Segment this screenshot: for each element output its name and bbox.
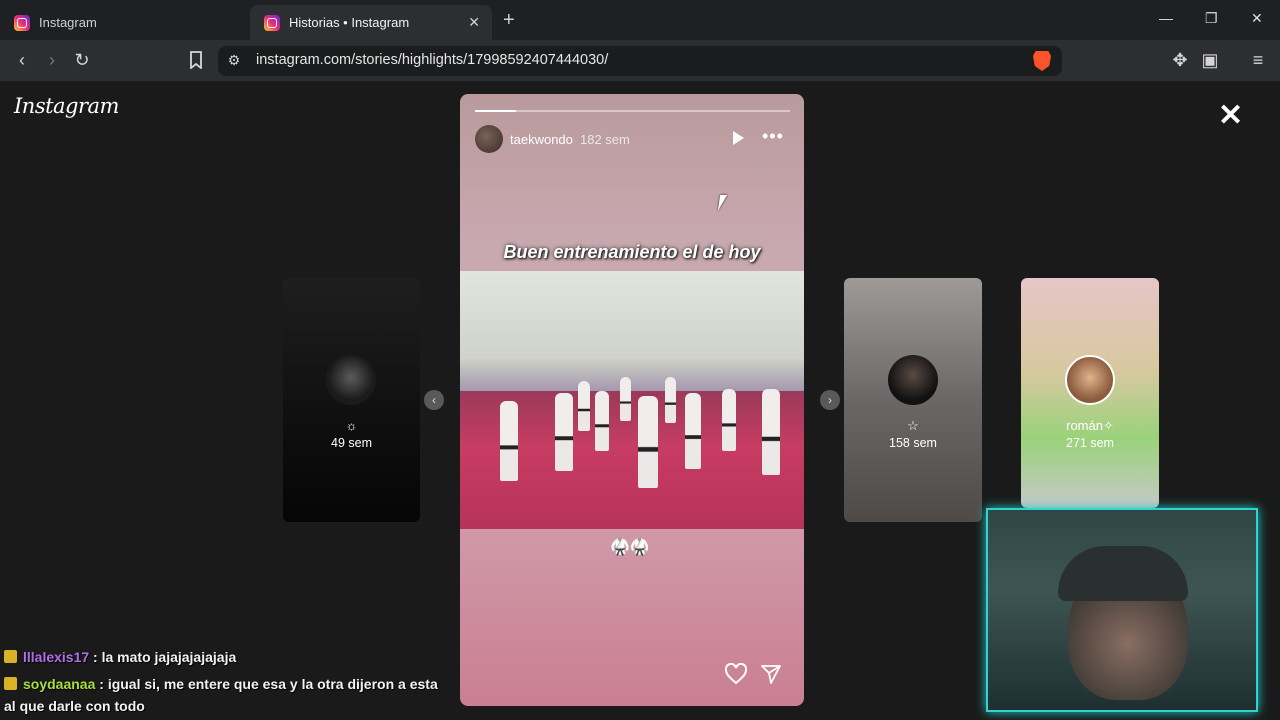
bookmark-icon[interactable] (184, 48, 208, 72)
story-progress-fill (475, 110, 516, 112)
mouse-cursor-icon (717, 195, 735, 211)
story-photo (460, 271, 804, 529)
story-title: ☆ (907, 418, 919, 433)
tab-instagram[interactable]: Instagram (0, 5, 248, 40)
browser-tab-bar: Instagram Historias • Instagram ✕ + — ❐ … (0, 0, 1280, 40)
story-caption: Buen entrenamiento el de hoy (503, 242, 761, 262)
photo-person (762, 389, 780, 475)
restore-icon[interactable]: ❐ (1205, 10, 1218, 27)
chat-badge-icon (4, 650, 17, 663)
story-preview-left[interactable]: ☼ 49 sem (283, 278, 420, 522)
extensions-icon[interactable]: ✥ (1168, 48, 1192, 72)
chat-username: lllalexis17 (23, 649, 90, 665)
play-icon[interactable] (733, 131, 744, 145)
reload-icon[interactable]: ↻ (70, 48, 94, 72)
photo-person (578, 381, 590, 431)
previous-story-icon[interactable]: ‹ (424, 390, 444, 410)
story-preview-mid[interactable]: ☆ 158 sem (844, 278, 982, 522)
instagram-logo[interactable]: Instagram (14, 94, 119, 118)
instagram-favicon-icon (264, 14, 280, 31)
minimize-icon[interactable]: — (1159, 10, 1173, 26)
close-stories-icon[interactable]: ✕ (1218, 98, 1243, 133)
chat-text: : la mato jajajajajajaja (89, 649, 237, 665)
current-story[interactable]: taekwondo 182 sem ••• Buen entrenamiento… (460, 94, 804, 706)
photo-person (722, 389, 736, 451)
photo-person (685, 393, 701, 469)
story-time: 182 sem (580, 132, 630, 147)
chat-message-continuation: al que darle con todo (4, 698, 145, 714)
wallet-icon[interactable]: ▣ (1198, 48, 1222, 72)
story-time: 49 sem (331, 436, 372, 450)
photo-person (595, 391, 609, 451)
back-icon[interactable]: ‹ (10, 48, 34, 72)
menu-icon[interactable]: ≡ (1246, 48, 1270, 72)
photo-person (555, 393, 573, 471)
instagram-favicon-icon (14, 14, 30, 31)
photo-ceiling (460, 271, 804, 361)
tab-close-icon[interactable]: ✕ (468, 14, 480, 31)
avatar (326, 355, 376, 405)
photo-person (638, 396, 658, 488)
story-time: 158 sem (889, 436, 937, 450)
like-icon[interactable] (724, 662, 748, 685)
avatar (888, 355, 938, 405)
more-options-icon[interactable]: ••• (762, 126, 784, 147)
photo-person (500, 401, 518, 481)
story-preview-right[interactable]: román✧ 271 sem (1021, 278, 1159, 508)
site-settings-icon[interactable]: ⚙ (222, 48, 246, 72)
avatar (1065, 355, 1115, 405)
chat-badge-icon (4, 677, 17, 690)
story-username[interactable]: taekwondo (510, 132, 573, 147)
tab-title: Instagram (39, 15, 97, 30)
window-close-icon[interactable]: ✕ (1251, 10, 1263, 27)
new-tab-icon[interactable]: + (503, 9, 515, 32)
send-icon[interactable] (760, 663, 782, 685)
photo-person (665, 377, 676, 423)
url-text[interactable]: instagram.com/stories/highlights/1799859… (256, 52, 608, 68)
avatar[interactable] (475, 125, 503, 153)
chat-text: : igual si, me entere que esa y la otra … (95, 676, 438, 692)
chat-message: soydaanaa : igual si, me entere que esa … (4, 674, 438, 695)
story-title: román✧ (1066, 418, 1114, 433)
chat-message: lllalexis17 : la mato jajajajajajaja (4, 647, 236, 668)
story-progress-bar (475, 110, 790, 112)
photo-person (620, 377, 631, 421)
story-time: 271 sem (1066, 436, 1114, 450)
webcam-cap (1058, 546, 1188, 601)
tab-title: Historias • Instagram (289, 15, 410, 30)
story-title: ☼ (345, 418, 358, 433)
webcam-overlay (986, 508, 1258, 712)
chat-username: soydaanaa (23, 676, 96, 692)
forward-icon[interactable]: › (40, 48, 64, 72)
tab-historias[interactable]: Historias • Instagram ✕ (250, 5, 492, 40)
next-story-icon[interactable]: › (820, 390, 840, 410)
story-emoji: 🥋🥋 (610, 539, 650, 556)
